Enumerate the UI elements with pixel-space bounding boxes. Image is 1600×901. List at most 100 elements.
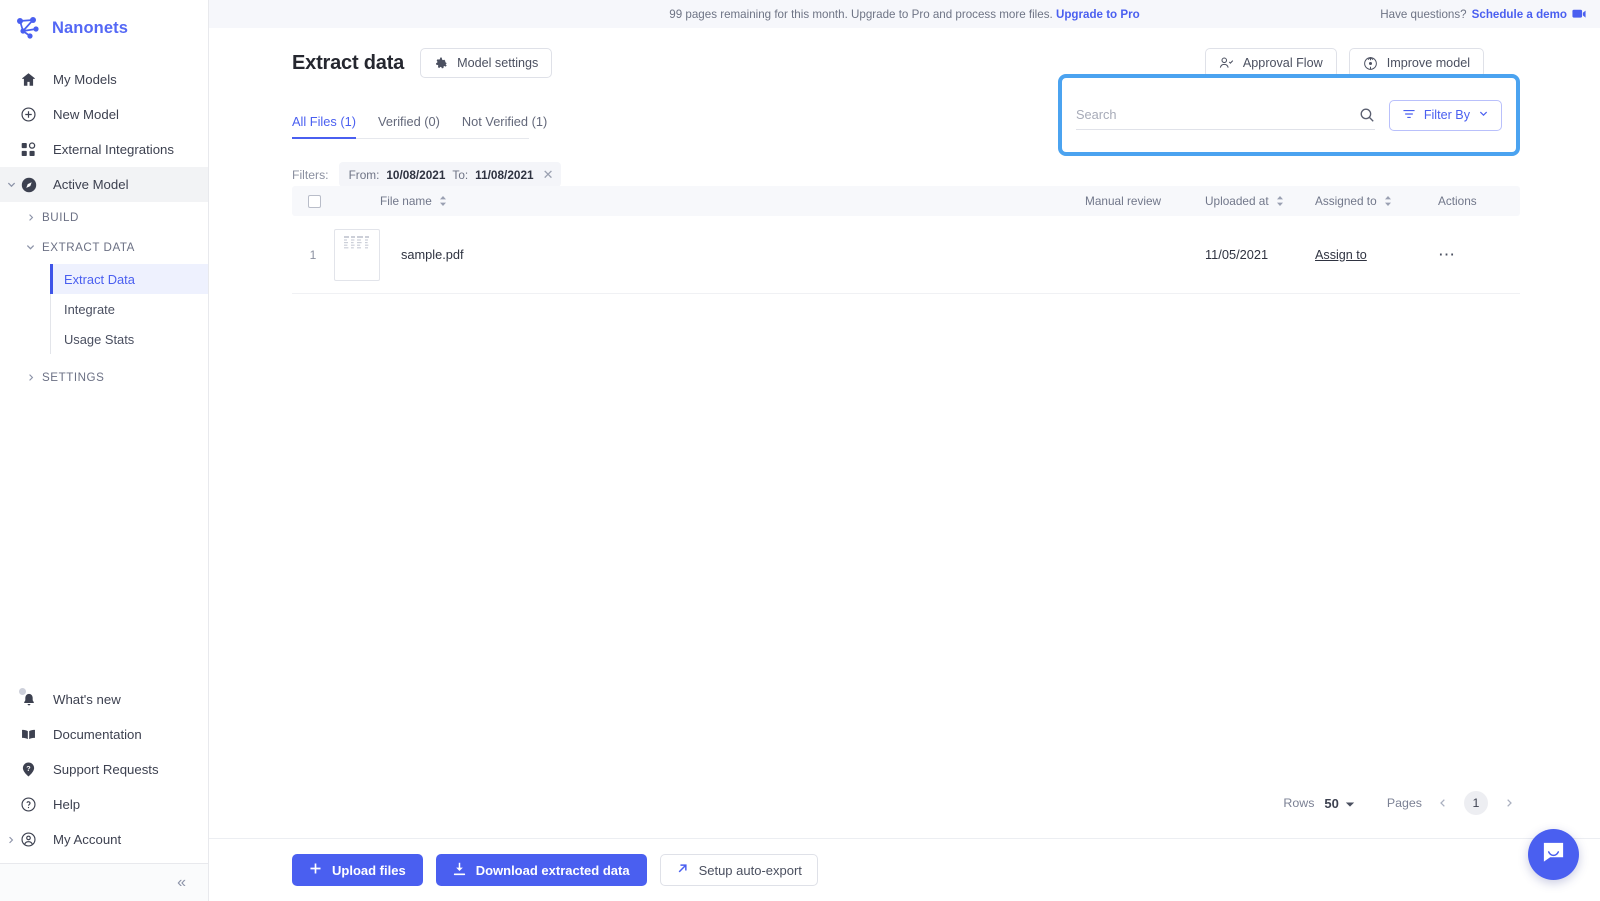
notification-dot-badge xyxy=(19,688,26,695)
column-file-name[interactable]: File name xyxy=(380,194,650,208)
more-horizontal-icon[interactable]: ⋯ xyxy=(1438,245,1456,264)
sort-icon[interactable] xyxy=(1276,196,1284,206)
chevron-right-icon[interactable] xyxy=(4,833,18,847)
chat-demo-icon[interactable] xyxy=(1572,7,1586,21)
close-icon[interactable]: ✕ xyxy=(541,168,554,181)
chevron-down-icon xyxy=(1345,796,1355,811)
filter-chip-to-label: To: xyxy=(452,167,469,182)
row-file-name[interactable]: sample.pdf xyxy=(380,247,562,262)
sidebar-item-label: New Model xyxy=(53,107,119,122)
top-banner: 99 pages remaining for this month. Upgra… xyxy=(209,0,1600,28)
column-uploaded-at[interactable]: Uploaded at xyxy=(1205,194,1315,208)
tab-label: Not Verified (1) xyxy=(461,114,548,129)
filter-chip-from-label: From: xyxy=(348,167,380,182)
chevron-down-icon[interactable] xyxy=(24,241,37,254)
sidebar: Nanonets My Models New Model External In… xyxy=(0,0,209,901)
chevron-right-icon[interactable] xyxy=(24,211,37,224)
sidebar-section-build[interactable]: BUILD xyxy=(28,202,208,232)
model-settings-button[interactable]: Model settings xyxy=(420,48,553,78)
plus-circle-icon xyxy=(19,105,38,124)
next-page-button[interactable] xyxy=(1498,792,1520,814)
column-label: Actions xyxy=(1438,194,1477,208)
sidebar-item-external-integrations[interactable]: External Integrations xyxy=(0,132,208,167)
filter-by-button[interactable]: Filter By xyxy=(1388,99,1502,131)
sidebar-item-active-model[interactable]: Active Model xyxy=(0,167,208,202)
download-extracted-data-button[interactable]: Download extracted data xyxy=(435,854,647,886)
tab-not-verified[interactable]: Not Verified (1) xyxy=(462,114,547,138)
setup-auto-export-button[interactable]: Setup auto-export xyxy=(659,854,818,886)
tab-all-files[interactable]: All Files (1) xyxy=(292,114,356,139)
sidebar-item-label: Documentation xyxy=(53,727,142,742)
table-row[interactable]: 1 sample.pdf 11/05/2021 Assign to ⋯ xyxy=(292,216,1520,294)
row-index: 1 xyxy=(309,247,317,262)
tab-verified[interactable]: Verified (0) xyxy=(378,114,440,138)
brand[interactable]: Nanonets xyxy=(0,0,208,56)
arrow-up-right-icon xyxy=(676,862,689,878)
banner-text: 99 pages remaining for this month. Upgra… xyxy=(669,7,1053,21)
double-chevron-left-icon: « xyxy=(177,873,186,891)
schedule-demo-link[interactable]: Schedule a demo xyxy=(1472,8,1567,21)
sidebar-item-new-model[interactable]: New Model xyxy=(0,97,208,132)
sidebar-item-whats-new[interactable]: What's new xyxy=(0,682,208,717)
sidebar-item-documentation[interactable]: Documentation xyxy=(0,717,208,752)
chat-launcher-button[interactable] xyxy=(1528,829,1579,880)
download-icon xyxy=(453,862,466,879)
sidebar-section-extract-data[interactable]: EXTRACT DATA xyxy=(26,232,208,262)
sidebar-item-my-models[interactable]: My Models xyxy=(0,62,208,97)
sidebar-item-usage-stats[interactable]: Usage Stats xyxy=(51,324,208,354)
sidebar-section-label: BUILD xyxy=(42,210,79,224)
upload-files-button[interactable]: Upload files xyxy=(292,854,423,886)
sort-icon[interactable] xyxy=(1384,196,1392,206)
sidebar-item-label: My Models xyxy=(53,72,117,87)
sidebar-section-label: SETTINGS xyxy=(42,370,105,384)
search-input[interactable] xyxy=(1076,107,1353,122)
search-icon[interactable] xyxy=(1353,107,1375,123)
sidebar-item-label: Support Requests xyxy=(53,762,159,777)
sidebar-item-support-requests[interactable]: ? Support Requests xyxy=(0,752,208,787)
file-thumbnail[interactable] xyxy=(334,228,380,281)
sidebar-collapse-button[interactable]: « xyxy=(0,863,208,901)
column-actions: Actions xyxy=(1420,194,1520,208)
sort-icon[interactable] xyxy=(439,196,447,206)
improve-model-label: Improve model xyxy=(1386,56,1470,70)
question-circle-icon xyxy=(19,795,38,814)
sidebar-primary-nav: My Models New Model External Integration… xyxy=(0,62,208,392)
target-improve-icon xyxy=(1363,56,1378,71)
date-range-filter-chip[interactable]: From: 10/08/2021 To: 11/08/2021 ✕ xyxy=(338,162,562,187)
sidebar-item-integrate[interactable]: Integrate xyxy=(51,294,208,324)
setup-auto-export-label: Setup auto-export xyxy=(698,862,802,878)
footer-actions: Upload files Download extracted data Set… xyxy=(209,838,1600,901)
chevron-right-icon[interactable] xyxy=(24,371,37,384)
chat-bubble-icon xyxy=(1541,840,1566,870)
column-assigned-to[interactable]: Assigned to xyxy=(1315,194,1420,208)
main-content: Extract data Model settings Approval Flo… xyxy=(209,28,1600,901)
select-all-checkbox[interactable] xyxy=(308,194,321,208)
user-check-icon xyxy=(1219,56,1234,70)
sidebar-item-label: Active Model xyxy=(53,177,129,192)
brand-name: Nanonets xyxy=(52,18,128,37)
prev-page-button[interactable] xyxy=(1432,792,1454,814)
page-title: Extract data xyxy=(292,51,405,74)
filters-label: Filters: xyxy=(292,167,329,182)
assign-to-link[interactable]: Assign to xyxy=(1315,248,1367,262)
search-box[interactable] xyxy=(1076,100,1375,130)
sidebar-section-settings[interactable]: SETTINGS xyxy=(28,362,208,392)
upgrade-to-pro-link[interactable]: Upgrade to Pro xyxy=(1056,8,1140,21)
model-settings-label: Model settings xyxy=(457,56,539,70)
sidebar-item-extract-data[interactable]: Extract Data xyxy=(50,264,208,294)
sidebar-item-label: What's new xyxy=(53,692,121,707)
sidebar-item-help[interactable]: Help xyxy=(0,787,208,822)
chevron-down-icon[interactable] xyxy=(4,178,18,192)
question-pin-icon: ? xyxy=(19,760,38,779)
sidebar-item-my-account[interactable]: My Account xyxy=(0,822,208,857)
pagination: Rows 50 Pages 1 xyxy=(1283,791,1520,815)
row-thumbnail-cell xyxy=(334,228,380,281)
row-uploaded-at: 11/05/2021 xyxy=(1205,247,1269,262)
sidebar-subitem-label: Usage Stats xyxy=(64,331,135,347)
download-extracted-data-label: Download extracted data xyxy=(475,862,630,878)
filter-chip-from-value: 10/08/2021 xyxy=(386,167,446,182)
page-number-1[interactable]: 1 xyxy=(1464,791,1488,815)
rows-per-page-select[interactable]: 50 xyxy=(1324,796,1355,811)
sidebar-item-label: Help xyxy=(53,797,81,812)
